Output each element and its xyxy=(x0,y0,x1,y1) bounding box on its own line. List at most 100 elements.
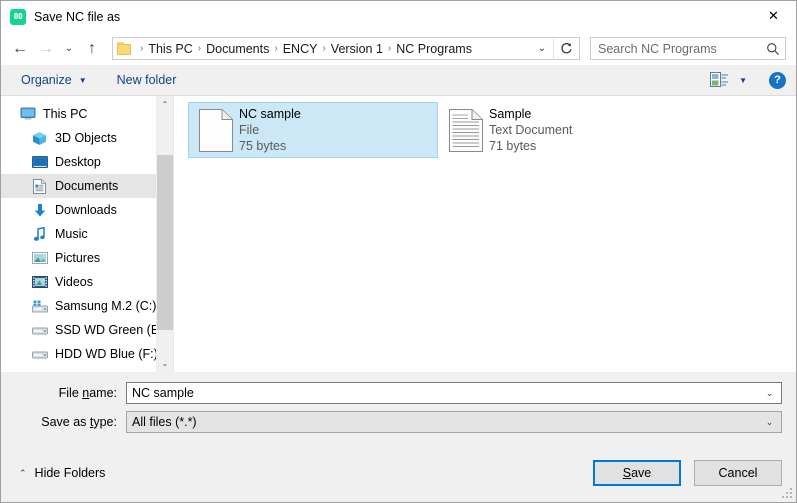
folder-tree: This PC 3D Objects xyxy=(1,96,156,372)
help-icon: ? xyxy=(774,74,781,86)
blank-file-icon xyxy=(193,109,239,152)
hide-folders-button[interactable]: ⌃ Hide Folders xyxy=(19,466,105,480)
close-icon: ✕ xyxy=(768,10,779,23)
sidebar-item-music[interactable]: Music xyxy=(1,222,156,246)
sidebar-item-downloads[interactable]: Downloads xyxy=(1,198,156,222)
chevron-down-icon[interactable]: ⌄ xyxy=(758,417,781,428)
sidebar-item-label: 3D Objects xyxy=(55,131,117,145)
resize-grip[interactable] xyxy=(782,488,793,499)
text-file-icon xyxy=(443,109,489,152)
file-type: File xyxy=(239,122,301,138)
change-view-button[interactable]: ▼ xyxy=(706,68,751,92)
ency-app-icon: 80 xyxy=(10,9,26,25)
organize-label: Organize xyxy=(21,73,72,87)
save-form: File name: ⌄ Save as type: All files (*.… xyxy=(1,372,796,444)
file-name-row: File name: ⌄ xyxy=(15,382,782,404)
breadcrumb-item-nc-programs[interactable]: NC Programs xyxy=(393,42,475,56)
list-item[interactable]: NC sample File 75 bytes xyxy=(188,102,438,158)
breadcrumb-item-documents[interactable]: Documents xyxy=(203,42,272,56)
breadcrumb-separator: › xyxy=(386,43,393,54)
sidebar-item-pictures[interactable]: Pictures xyxy=(1,246,156,270)
sidebar-item-ssd-wd-green-e[interactable]: SSD WD Green (E:) xyxy=(1,318,156,342)
document-icon xyxy=(31,178,48,194)
view-layout-icon xyxy=(710,72,729,88)
sidebar-item-label: HDD WD Blue (F:) xyxy=(55,347,156,361)
back-button[interactable]: ← xyxy=(7,36,33,62)
breadcrumb-separator: › xyxy=(272,43,279,54)
save-as-type-row: Save as type: All files (*.*) ⌄ xyxy=(15,411,782,433)
sidebar-item-label: This PC xyxy=(43,107,87,121)
chevron-down-icon: ▼ xyxy=(739,76,747,85)
organize-button[interactable]: Organize ▼ xyxy=(15,68,93,92)
file-size: 75 bytes xyxy=(239,138,301,154)
music-icon xyxy=(31,226,48,242)
refresh-icon xyxy=(560,42,573,55)
search-icon xyxy=(761,42,785,56)
file-list[interactable]: NC sample File 75 bytes xyxy=(174,96,796,372)
chevron-up-icon: ⌃ xyxy=(19,468,27,479)
title-bar: 80 Save NC file as ✕ xyxy=(1,1,796,32)
chevron-down-icon[interactable]: ⌄ xyxy=(531,43,553,54)
list-item[interactable]: Sample Text Document 71 bytes xyxy=(438,102,688,158)
file-name: NC sample xyxy=(239,106,301,122)
up-button[interactable]: ↑ xyxy=(79,36,105,62)
file-meta: NC sample File 75 bytes xyxy=(239,106,301,154)
sidebar-item-label: Music xyxy=(55,227,88,241)
monitor-icon xyxy=(19,106,36,122)
save-as-dialog: 80 Save NC file as ✕ ← → ⌄ ↑ › This PC ›… xyxy=(0,0,797,503)
sidebar-item-label: Documents xyxy=(55,179,118,193)
navigation-pane: This PC 3D Objects xyxy=(1,96,174,372)
search-input[interactable] xyxy=(591,42,761,56)
breadcrumb: › This PC › Documents › ENCY › Version 1… xyxy=(138,42,531,56)
refresh-button[interactable] xyxy=(553,38,579,59)
file-name-input[interactable] xyxy=(127,386,758,400)
sidebar-item-3d-objects[interactable]: 3D Objects xyxy=(1,126,156,150)
hide-folders-label: Hide Folders xyxy=(35,466,106,480)
cancel-button[interactable]: Cancel xyxy=(694,460,782,486)
breadcrumb-item-ency[interactable]: ENCY xyxy=(280,42,321,56)
drive-icon xyxy=(31,322,48,338)
new-folder-label: New folder xyxy=(117,73,177,87)
recent-locations-button[interactable]: ⌄ xyxy=(59,36,79,62)
save-button[interactable]: Save xyxy=(593,460,681,486)
sidebar-item-samsung-m2-c[interactable]: Samsung M.2 (C:) xyxy=(1,294,156,318)
dialog-body: This PC 3D Objects xyxy=(1,96,796,372)
sidebar-item-label: Samsung M.2 (C:) xyxy=(55,299,156,313)
video-icon xyxy=(31,274,48,290)
breadcrumb-separator: › xyxy=(196,43,203,54)
close-button[interactable]: ✕ xyxy=(751,1,796,31)
scrollbar-thumb[interactable] xyxy=(157,155,173,330)
breadcrumb-separator: › xyxy=(138,43,145,54)
sidebar-item-label: Pictures xyxy=(55,251,100,265)
file-name-label: File name: xyxy=(15,386,126,400)
sidebar-item-desktop[interactable]: Desktop xyxy=(1,150,156,174)
sidebar-item-label: Desktop xyxy=(55,155,101,169)
command-toolbar: Organize ▼ New folder ▼ ? xyxy=(1,65,796,96)
search-box[interactable] xyxy=(590,37,786,60)
sidebar-item-videos[interactable]: Videos xyxy=(1,270,156,294)
sidebar-item-label: SSD WD Green (E:) xyxy=(55,323,156,337)
file-name-combo[interactable]: ⌄ xyxy=(126,382,782,404)
forward-button[interactable]: → xyxy=(33,36,59,62)
sidebar-scrollbar[interactable]: ⌃ ⌄ xyxy=(156,96,173,372)
window-title: Save NC file as xyxy=(34,10,120,24)
scroll-up-button[interactable]: ⌃ xyxy=(157,96,173,113)
scroll-down-button[interactable]: ⌄ xyxy=(157,355,173,372)
help-button[interactable]: ? xyxy=(769,72,786,89)
chevron-down-icon[interactable]: ⌄ xyxy=(758,388,781,399)
file-size: 71 bytes xyxy=(489,138,572,154)
dialog-footer: ⌃ Hide Folders Save Cancel xyxy=(1,444,796,502)
sidebar-item-hdd-wd-blue-f[interactable]: HDD WD Blue (F:) xyxy=(1,342,156,366)
sidebar-item-this-pc[interactable]: This PC xyxy=(1,102,156,126)
sidebar-item-documents[interactable]: Documents xyxy=(1,174,156,198)
breadcrumb-item-version-1[interactable]: Version 1 xyxy=(328,42,386,56)
breadcrumb-item-this-pc[interactable]: This PC xyxy=(145,42,195,56)
sidebar-item-label: Videos xyxy=(55,275,93,289)
new-folder-button[interactable]: New folder xyxy=(111,68,183,92)
address-bar[interactable]: › This PC › Documents › ENCY › Version 1… xyxy=(112,37,580,60)
ssd-icon xyxy=(31,298,48,314)
scrollbar-track[interactable] xyxy=(157,113,173,355)
folder-icon xyxy=(117,42,133,56)
navigation-bar: ← → ⌄ ↑ › This PC › Documents › ENCY › V… xyxy=(1,32,796,65)
save-as-type-combo[interactable]: All files (*.*) ⌄ xyxy=(126,411,782,433)
